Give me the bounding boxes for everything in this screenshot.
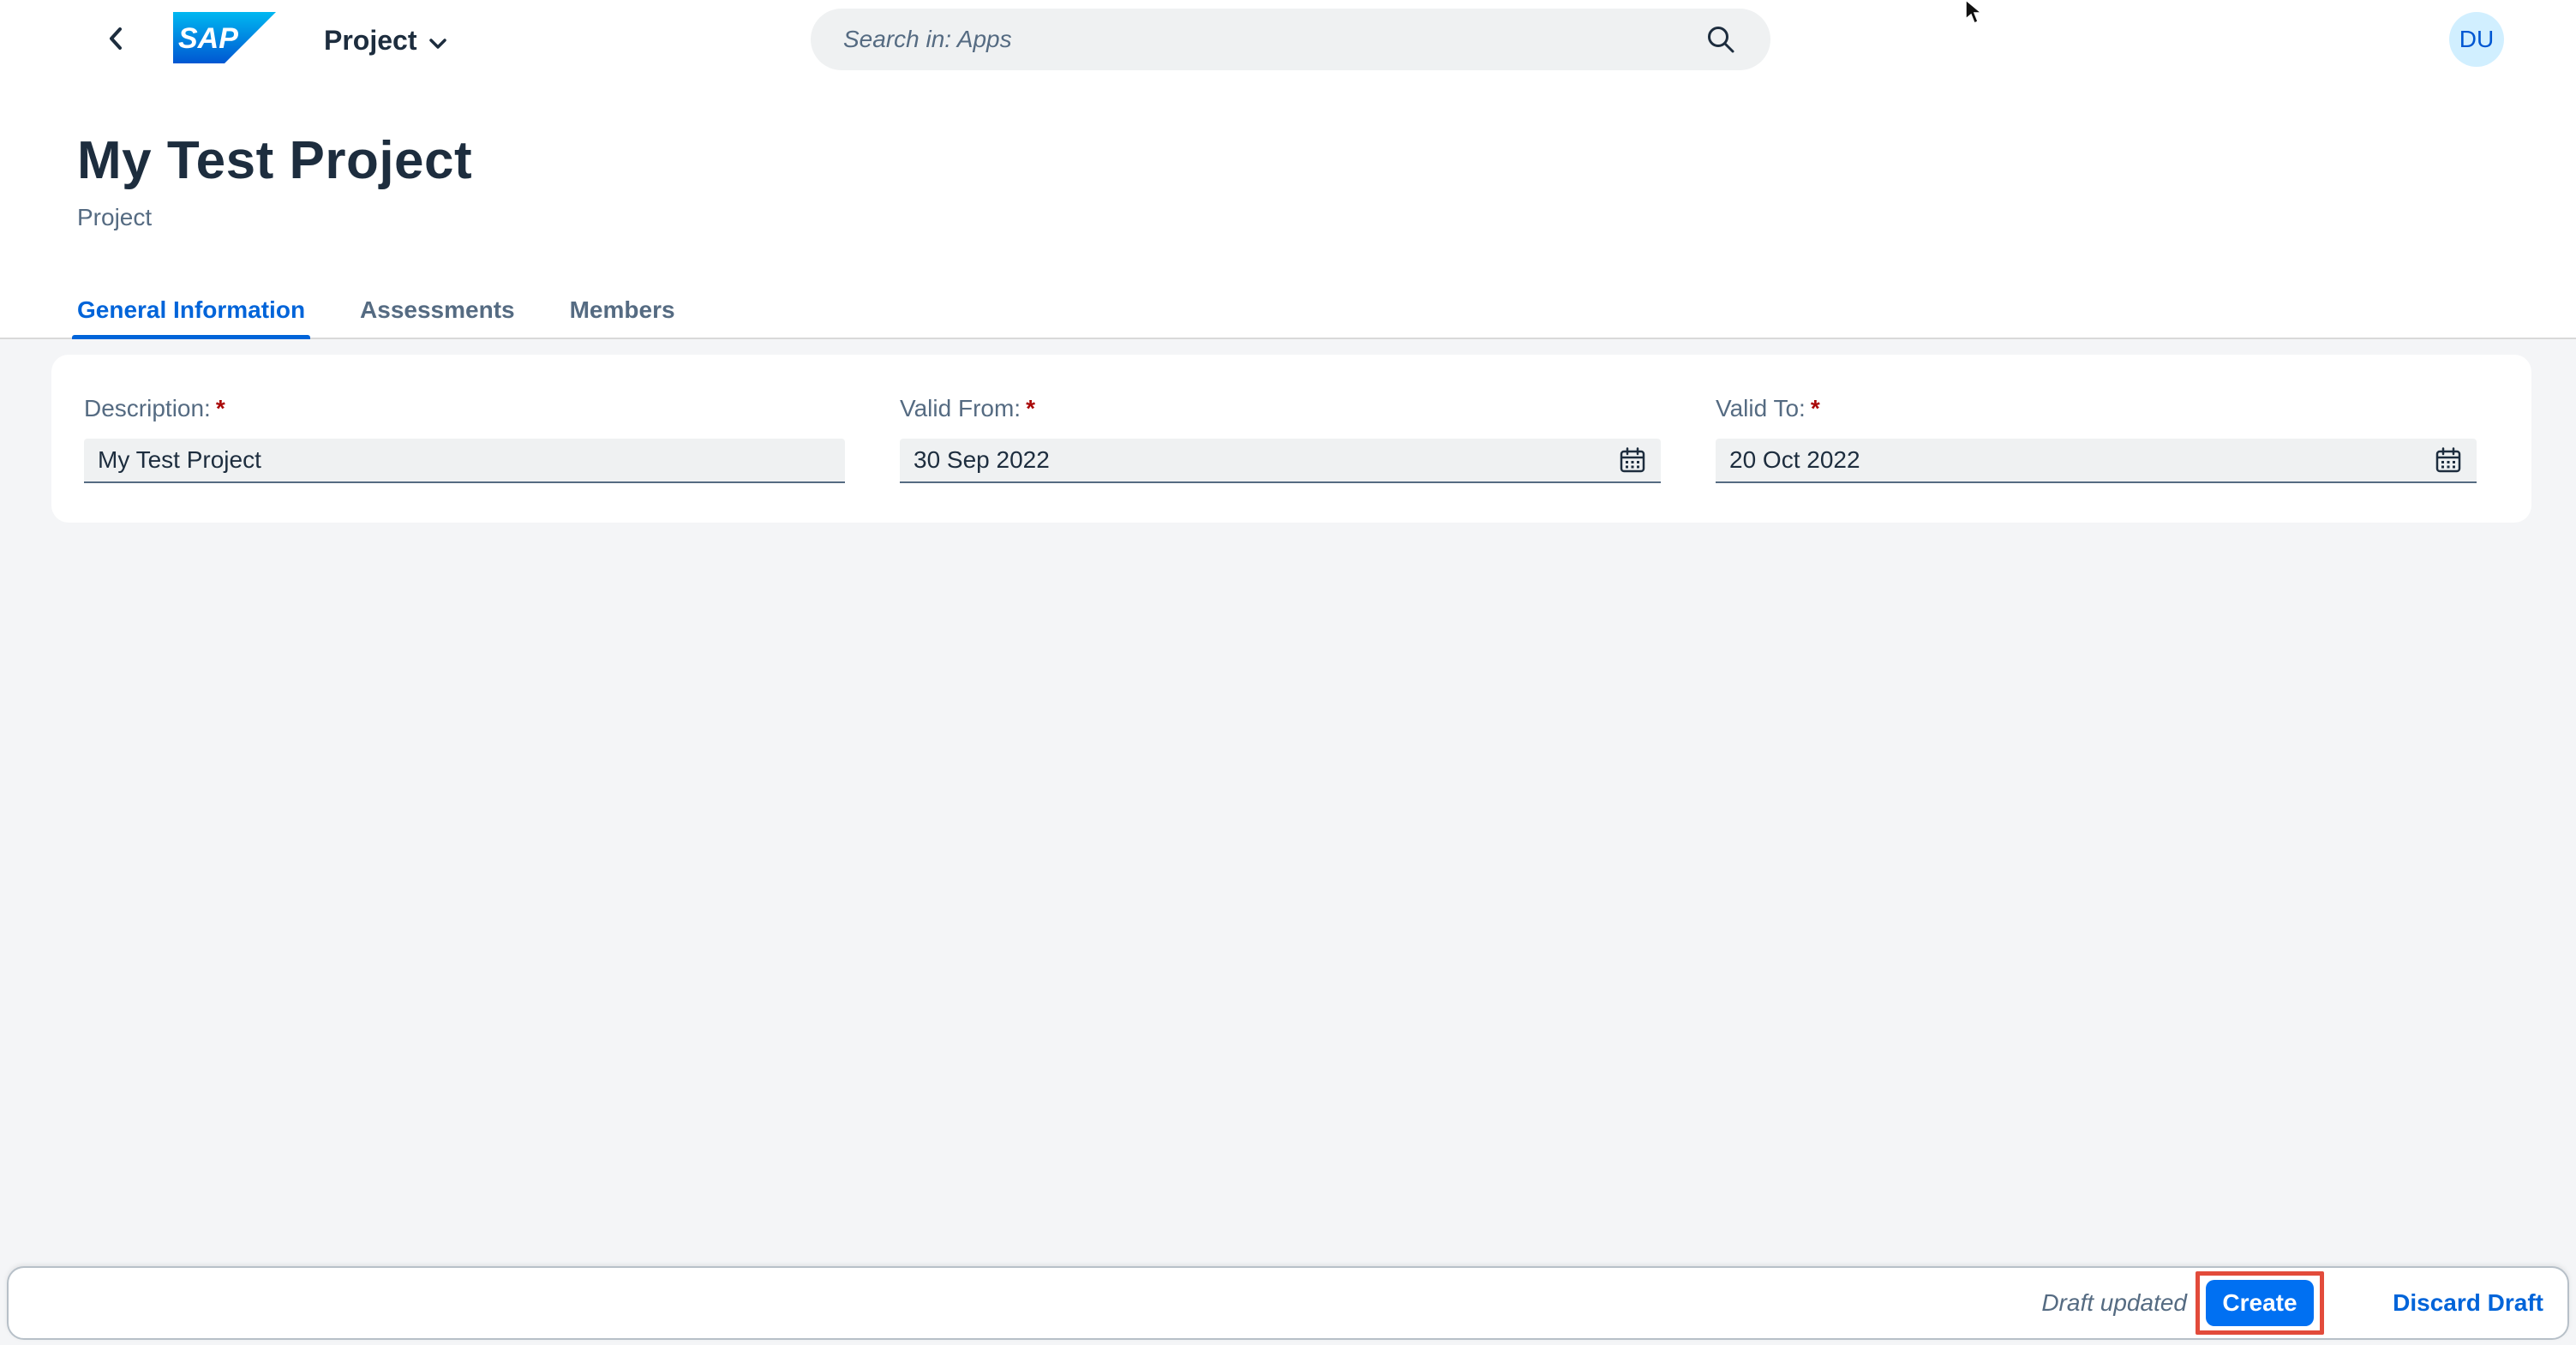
valid-to-field: Valid To: * 20 Oct 2022 <box>1716 394 2477 483</box>
page-subtitle: Project <box>77 204 153 230</box>
calendar-icon[interactable] <box>1618 445 1647 475</box>
required-asterisk: * <box>1810 395 1820 421</box>
shell-bar: SAP Project DU <box>0 0 2576 79</box>
search-icon[interactable] <box>1704 22 1738 57</box>
app-title-menu[interactable]: Project <box>324 19 447 62</box>
required-asterisk: * <box>1026 395 1035 421</box>
valid-to-label: Valid To: <box>1716 395 1806 421</box>
app-title: Project <box>324 24 417 56</box>
discard-draft-button[interactable]: Discard Draft <box>2393 1268 2543 1338</box>
create-button[interactable]: Create <box>2206 1280 2314 1326</box>
object-page-header: My Test Project Project General Informat… <box>0 79 2576 339</box>
required-asterisk: * <box>215 395 225 421</box>
valid-from-input[interactable]: 30 Sep 2022 <box>900 439 1661 483</box>
description-label: Description: <box>84 395 211 421</box>
valid-from-value: 30 Sep 2022 <box>914 446 1050 473</box>
valid-from-label: Valid From: <box>900 395 1021 421</box>
tab-general-information[interactable]: General Information <box>72 281 311 339</box>
mouse-cursor-icon <box>1964 0 1986 26</box>
description-input[interactable]: My Test Project <box>84 439 845 483</box>
page-title: My Test Project <box>77 131 473 190</box>
sap-logo[interactable]: SAP <box>173 12 276 63</box>
search-field[interactable] <box>811 9 1770 70</box>
tab-bar: General Information Assessments Members <box>72 281 725 339</box>
chevron-left-icon <box>106 27 125 55</box>
tab-members[interactable]: Members <box>565 281 680 339</box>
valid-from-field: Valid From: * 30 Sep 2022 <box>900 394 1661 483</box>
back-button[interactable] <box>86 19 146 62</box>
user-avatar[interactable]: DU <box>2449 12 2504 67</box>
sap-logo-text: SAP <box>178 22 238 55</box>
chevron-down-icon <box>428 25 447 57</box>
description-field: Description: * My Test Project <box>84 394 845 483</box>
general-information-section: Description: * My Test Project Valid Fro… <box>51 355 2531 523</box>
search-input[interactable] <box>843 26 1704 53</box>
draft-status-text: Draft updated <box>2041 1289 2187 1316</box>
calendar-icon[interactable] <box>2434 445 2463 475</box>
footer-toolbar: Draft updated Create Discard Draft <box>7 1266 2569 1340</box>
tab-assessments[interactable]: Assessments <box>355 281 520 339</box>
valid-to-input[interactable]: 20 Oct 2022 <box>1716 439 2477 483</box>
description-value: My Test Project <box>98 446 261 473</box>
valid-to-value: 20 Oct 2022 <box>1729 446 1860 473</box>
